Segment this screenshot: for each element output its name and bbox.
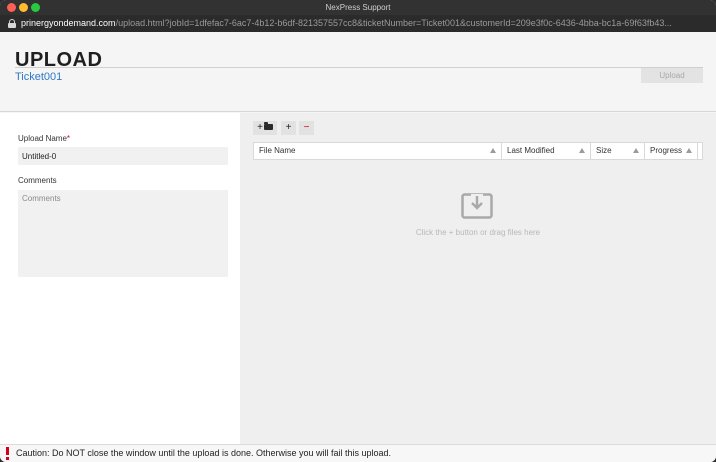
url-path: /upload.html?jobId=1dfefac7-6ac7-4b12-b6… xyxy=(115,18,672,28)
minimize-window-button[interactable] xyxy=(19,3,28,12)
upload-name-label-text: Upload Name xyxy=(18,134,67,143)
zoom-window-button[interactable] xyxy=(31,3,40,12)
sort-arrow-icon xyxy=(633,148,639,153)
drop-zone-hint: Click the + button or drag files here xyxy=(415,228,541,237)
column-progress-label: Progress xyxy=(650,146,683,155)
address-bar[interactable]: prinergyondemand.com/upload.html?jobId=1… xyxy=(0,15,716,32)
column-file-name[interactable]: File Name xyxy=(254,143,502,159)
upload-name-label: Upload Name* xyxy=(18,134,70,143)
sort-arrow-icon xyxy=(579,148,585,153)
upload-name-input[interactable] xyxy=(18,147,228,165)
add-folder-icon xyxy=(263,122,273,131)
page-title: UPLOAD xyxy=(15,49,103,71)
window-title: NexPress Support xyxy=(325,3,391,12)
remove-file-button[interactable]: − xyxy=(299,121,314,135)
column-size-label: Size xyxy=(596,146,612,155)
minus-icon: − xyxy=(303,122,310,133)
column-last-modified-label: Last Modified xyxy=(507,146,555,155)
add-file-button[interactable]: + xyxy=(281,121,296,135)
page-header: UPLOAD Ticket001 Upload xyxy=(0,32,716,112)
browser-window: NexPress Support prinergyondemand.com/up… xyxy=(0,0,716,462)
column-file-name-label: File Name xyxy=(259,146,296,155)
comments-textarea[interactable] xyxy=(18,190,228,277)
lock-icon xyxy=(8,19,16,28)
add-folder-button[interactable]: + xyxy=(253,121,277,135)
comments-label: Comments xyxy=(18,176,57,185)
sort-arrow-icon xyxy=(686,148,692,153)
warning-icon xyxy=(6,447,10,460)
caution-bar: Caution: Do NOT close the window until t… xyxy=(0,444,716,462)
required-marker: * xyxy=(66,134,71,143)
title-bar: NexPress Support xyxy=(0,0,716,15)
download-tray-icon xyxy=(461,193,493,219)
plus-icon: + xyxy=(257,122,263,133)
url-host: prinergyondemand.com xyxy=(21,18,116,28)
plus-icon: + xyxy=(285,122,292,133)
title-divider xyxy=(15,67,703,68)
caution-text: Caution: Do NOT close the window until t… xyxy=(16,448,392,458)
close-window-button[interactable] xyxy=(7,3,16,12)
file-list-panel[interactable] xyxy=(240,113,716,444)
column-size[interactable]: Size xyxy=(591,143,645,159)
column-last-modified[interactable]: Last Modified xyxy=(502,143,591,159)
sort-arrow-icon xyxy=(490,148,496,153)
ticket-link[interactable]: Ticket001 xyxy=(15,71,62,83)
upload-button[interactable]: Upload xyxy=(641,68,703,83)
file-table-header: File Name Last Modified Size Progress xyxy=(253,142,703,160)
column-progress[interactable]: Progress xyxy=(645,143,698,159)
